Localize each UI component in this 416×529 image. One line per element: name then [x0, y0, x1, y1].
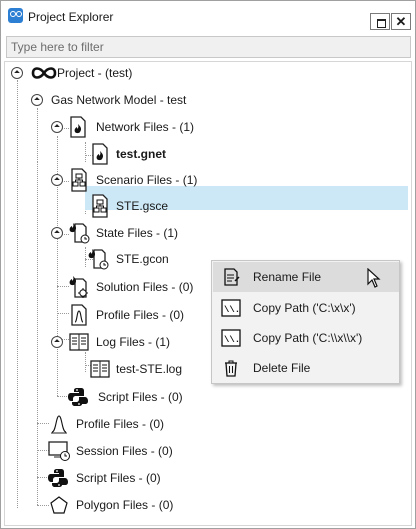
tree-node-polygon-files[interactable]: Polygon Files - (0) [29, 493, 229, 517]
tree-label-script-files: Script Files - (0) [76, 471, 161, 485]
collapse-toggle-icon[interactable] [51, 174, 63, 186]
session-file-icon [48, 441, 70, 461]
tree-label-profile-files: Profile Files - (0) [76, 417, 165, 431]
scenario-file-icon [92, 194, 108, 218]
tree-label-polygon-files: Polygon Files - (0) [76, 498, 174, 512]
tree-node-script-files[interactable]: Script Files - (0) [29, 466, 229, 490]
collapse-toggle-icon[interactable] [51, 336, 63, 348]
copy-path-icon-text: \\.. [224, 305, 241, 315]
collapse-toggle-icon[interactable] [31, 94, 43, 106]
tree-node-ste-gsce[interactable]: STE.gsce [91, 194, 211, 218]
tree-label-ste-gsce: STE.gsce [116, 199, 169, 213]
network-file-flame-icon [92, 143, 108, 165]
window-title: Project Explorer [28, 10, 114, 24]
title-bar: Project Explorer ✕ [1, 1, 415, 33]
copy-path-icon-text: \\.. [224, 335, 241, 345]
menu-label-rename: Rename File [253, 270, 322, 284]
tree-label-log-files: Log Files - (1) [96, 335, 171, 349]
tree-node-state-files[interactable]: State Files - (1) [49, 221, 249, 245]
solution-file-icon [69, 276, 88, 298]
copy-path-icon: \\.. [221, 329, 241, 347]
trash-icon [225, 360, 237, 377]
log-file-icon [90, 360, 110, 378]
tree-node-project[interactable]: Project - (test) [9, 61, 209, 85]
menu-label-delete: Delete File [253, 361, 311, 375]
collapse-toggle-icon[interactable] [11, 67, 23, 79]
tree-label-model: Gas Network Model - test [51, 93, 187, 107]
tree-label-profile-files-inner: Profile Files - (0) [96, 308, 185, 322]
copy-path-icon: \\.. [221, 299, 241, 317]
tree-label-ste-gcon: STE.gcon [116, 252, 169, 266]
tree-label-state-files: State Files - (1) [96, 226, 179, 240]
tree-node-test-gnet[interactable]: test.gnet [91, 142, 211, 166]
rename-icon [224, 268, 240, 286]
app-logo-icon [8, 8, 23, 23]
menu-item-copy-path-double[interactable]: \\.. Copy Path ('C:\\x\\x') [213, 323, 399, 353]
scenario-file-icon [71, 168, 87, 192]
tree-node-session-files[interactable]: Session Files - (0) [29, 439, 229, 463]
tree-label-test-gnet: test.gnet [116, 147, 167, 161]
tree-node-network-files[interactable]: Network Files - (1) [49, 115, 249, 139]
infinity-icon [31, 67, 57, 79]
tree-node-scenario-files[interactable]: Scenario Files - (1) [49, 168, 249, 192]
log-file-icon [69, 333, 89, 351]
mouse-cursor-icon [367, 268, 381, 288]
tree-label-project: Project - (test) [57, 66, 133, 80]
profile-file-icon [71, 304, 87, 326]
tree-label-test-ste-log: test-STE.log [116, 362, 183, 376]
tree-label-scenario-files: Scenario Files - (1) [96, 173, 198, 187]
collapse-toggle-icon[interactable] [51, 227, 63, 239]
tree-node-ste-gcon[interactable]: STE.gcon [87, 247, 207, 271]
network-file-flame-icon [70, 116, 86, 138]
state-file-icon [69, 223, 90, 244]
filter-input[interactable] [6, 36, 411, 58]
menu-item-copy-path-single[interactable]: \\.. Copy Path ('C:\x\x') [213, 293, 399, 323]
tree-label-script-files-inner: Script Files - (0) [98, 390, 183, 404]
menu-label-copy-path-double: Copy Path ('C:\\x\\x') [253, 331, 363, 345]
collapse-toggle-icon[interactable] [51, 121, 63, 133]
menu-label-copy-path-single: Copy Path ('C:\x\x') [253, 301, 356, 315]
tree-label-solution-files: Solution Files - (0) [96, 280, 194, 294]
python-script-icon [48, 469, 68, 487]
project-explorer-window: Project Explorer ✕ Type here to filter P… [0, 0, 416, 529]
python-script-icon [68, 388, 88, 406]
menu-item-delete[interactable]: Delete File [213, 353, 399, 383]
maximize-button[interactable] [370, 13, 390, 30]
polygon-icon [50, 496, 68, 514]
tree-node-test-ste-log[interactable]: test-STE.log [89, 357, 229, 381]
tree-node-model[interactable]: Gas Network Model - test [29, 88, 229, 112]
tree-node-profile-files[interactable]: Profile Files - (0) [29, 412, 229, 436]
tree-node-script-files-inner[interactable]: Script Files - (0) [49, 385, 249, 409]
state-file-icon [88, 249, 109, 270]
profile-curve-icon [51, 415, 67, 434]
tree-label-session-files: Session Files - (0) [76, 444, 173, 458]
close-button[interactable]: ✕ [391, 13, 411, 30]
tree-label-network-files: Network Files - (1) [96, 120, 195, 134]
